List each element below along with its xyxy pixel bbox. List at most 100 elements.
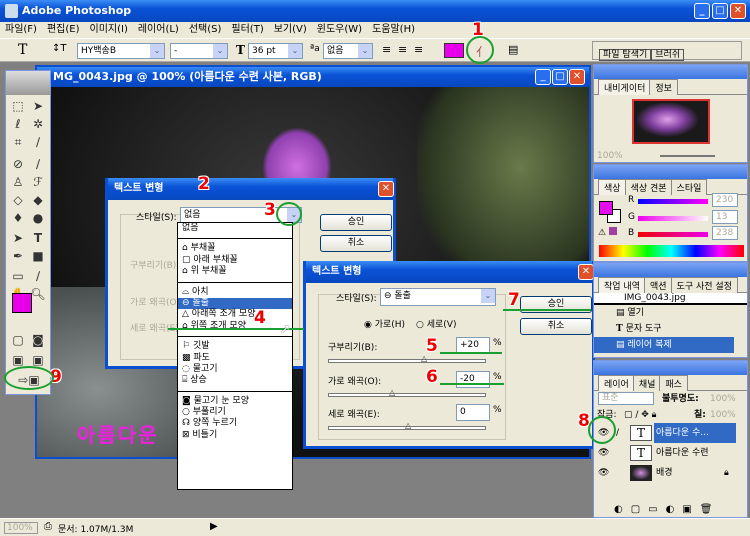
close-button[interactable]: ✕ <box>730 3 746 19</box>
quick-mask-icon[interactable]: ◙ <box>29 331 47 349</box>
vdist-slider[interactable]: △ <box>328 422 486 430</box>
style-option[interactable]: ⌂ 위 부채꼴 <box>178 266 292 277</box>
tab-brushes[interactable]: 브러쉬 <box>651 49 685 61</box>
tab-paths[interactable]: 패스 <box>659 375 688 391</box>
menu-file[interactable]: 파일(F) <box>5 24 37 35</box>
tab-navigator[interactable]: 내비게이터 <box>598 79 652 95</box>
tab-layers[interactable]: 레이어 <box>598 375 635 391</box>
style-option-selected[interactable]: ⊖ 돌출 <box>178 297 292 310</box>
antialias-select[interactable]: 없음 ⌄ <box>323 43 373 59</box>
menu-layer[interactable]: 레이어(L) <box>138 24 179 35</box>
align-right-icon[interactable]: ≡ <box>414 43 423 56</box>
maximize-button[interactable]: □ <box>712 3 728 19</box>
text-color-swatch[interactable] <box>444 43 464 58</box>
tab-channels[interactable]: 채널 <box>632 375 662 391</box>
tab-info[interactable]: 정보 <box>649 79 678 95</box>
blend-mode-select[interactable]: 표준 <box>598 392 654 405</box>
doc-close-button[interactable]: ✕ <box>569 69 585 85</box>
r-slider[interactable] <box>638 199 708 204</box>
g-input[interactable]: 13 <box>712 210 738 224</box>
slider-thumb[interactable]: △ <box>421 355 429 363</box>
r-input[interactable]: 230 <box>712 193 738 207</box>
tab-styles[interactable]: 스타일 <box>670 179 708 195</box>
dialog-close-button[interactable]: ✕ <box>378 181 394 197</box>
align-center-icon[interactable]: ≡ <box>398 43 407 56</box>
font-family-select[interactable]: HY백송B ⌄ <box>77 43 165 59</box>
brush-link-icon[interactable]: ∕ <box>616 423 619 443</box>
dialog-close-button[interactable]: ✕ <box>578 264 594 280</box>
b-input[interactable]: 238 <box>712 226 738 240</box>
style-option[interactable]: 없음 <box>178 223 292 234</box>
text-orientation-icon[interactable]: ↕T <box>52 43 67 54</box>
hdist-input[interactable]: -20 <box>456 371 490 388</box>
dodge-tool-icon[interactable]: ● <box>29 209 47 227</box>
style-option[interactable]: ⌓ 아치 <box>178 287 292 298</box>
minimize-button[interactable]: _ <box>694 3 710 19</box>
menu-select[interactable]: 선택(S) <box>189 24 222 35</box>
cancel-button[interactable]: 취소 <box>320 235 392 252</box>
style-option[interactable]: ◌ 물고기 <box>178 364 292 375</box>
magic-wand-icon[interactable]: ✲ <box>29 115 47 133</box>
move-tool-icon[interactable]: ➤ <box>29 97 47 115</box>
blur-tool-icon[interactable]: ♦ <box>9 209 27 227</box>
history-item[interactable]: T 문자 도구 <box>594 321 747 337</box>
g-slider[interactable] <box>638 216 708 221</box>
doc-minimize-button[interactable]: _ <box>535 69 551 85</box>
style-select[interactable]: ⊖ 돌출 ⌄ <box>380 288 496 306</box>
stamp-tool-icon[interactable]: ♙ <box>9 173 27 191</box>
history-snapshot[interactable]: IMG_0043.jpg <box>594 293 747 305</box>
align-left-icon[interactable]: ≡ <box>382 43 391 56</box>
color-fg-swatch[interactable] <box>599 201 613 215</box>
menu-filter[interactable]: 필터(T) <box>231 24 263 35</box>
style-option[interactable]: ⌂ 위쪽 조개 모양 <box>178 321 292 332</box>
style-option[interactable]: ⚐ 깃발 <box>178 341 292 352</box>
menu-edit[interactable]: 편집(E) <box>47 24 80 35</box>
eyedropper-icon[interactable]: ∕ <box>29 267 47 285</box>
radio-horizontal[interactable]: ◉ 가로(H) <box>364 317 405 330</box>
shape-tool-icon[interactable]: ■ <box>29 247 47 265</box>
style-option[interactable]: ○ 부풀리기 <box>178 407 292 418</box>
canvas-text[interactable]: 아름다운 <box>77 419 159 448</box>
type-tool-icon[interactable]: T <box>29 229 47 247</box>
palettes-toggle-icon[interactable]: ▤ <box>508 43 518 56</box>
slice-tool-icon[interactable]: ∕ <box>29 133 47 151</box>
eye-icon[interactable]: 👁︎ <box>598 443 609 463</box>
gamut-warning-icon[interactable]: ⚠ <box>598 227 618 238</box>
status-doc-icon[interactable]: ⎙ <box>44 521 52 532</box>
marquee-tool-icon[interactable]: ⬚ <box>9 97 27 115</box>
text-tool-preset[interactable]: T <box>18 42 27 58</box>
paint-bucket-icon[interactable]: ◆ <box>29 191 47 209</box>
standard-mode-icon[interactable]: ▢ <box>9 331 27 349</box>
menu-window[interactable]: 윈도우(W) <box>317 24 362 35</box>
lasso-tool-icon[interactable]: ℓ <box>9 115 27 133</box>
status-zoom[interactable]: 100% <box>4 522 38 534</box>
tab-color[interactable]: 색상 <box>598 179 627 195</box>
opacity-value[interactable]: 100% <box>710 391 736 407</box>
radio-vertical[interactable]: ○ 세로(V) <box>416 317 456 330</box>
menu-image[interactable]: 이미지(I) <box>90 24 128 35</box>
status-menu-arrow-icon[interactable]: ▶ <box>210 521 218 532</box>
style-option[interactable]: ▩ 파도 <box>178 353 292 364</box>
style-option[interactable]: ☊ 양쪽 누르기 <box>178 418 292 429</box>
tab-file-browser[interactable]: 파일 탐색기 <box>599 49 652 61</box>
style-option[interactable]: ⌂ 부채꼴 <box>178 243 292 254</box>
layer-row[interactable]: 👁︎ 배경 🔒︎ <box>594 463 747 483</box>
tab-actions[interactable]: 액션 <box>643 277 673 293</box>
healing-brush-icon[interactable]: ⊘ <box>9 155 27 173</box>
style-option[interactable]: △ 아래쪽 조개 모양 <box>178 309 292 320</box>
style-option[interactable]: ⌸ 상승 <box>178 375 292 386</box>
pen-tool-icon[interactable]: ✒ <box>9 247 27 265</box>
bend-slider[interactable]: △ <box>328 355 486 363</box>
layer-row[interactable]: 👁︎ T 아름다운 수련 <box>594 443 747 463</box>
color-ramp[interactable] <box>599 245 744 257</box>
font-size-select[interactable]: 36 pt ⌄ <box>248 43 303 59</box>
tab-tool-presets[interactable]: 도구 사전 설정 <box>670 277 738 293</box>
style-option[interactable]: ⊠ 비틀기 <box>178 430 292 441</box>
navigator-thumbnail[interactable] <box>632 99 710 144</box>
navigator-zoom-slider[interactable] <box>660 155 715 157</box>
chevron-down-icon[interactable]: ⌄ <box>481 289 495 303</box>
layers-footer-buttons[interactable]: ◐▢▭◐▣🗑︎ <box>614 504 721 515</box>
notes-tool-icon[interactable]: ▭ <box>9 267 27 285</box>
tab-history[interactable]: 작업 내역 <box>598 277 646 293</box>
lock-icons[interactable]: ▢ ∕ ✥ 🔒︎ <box>624 407 656 423</box>
